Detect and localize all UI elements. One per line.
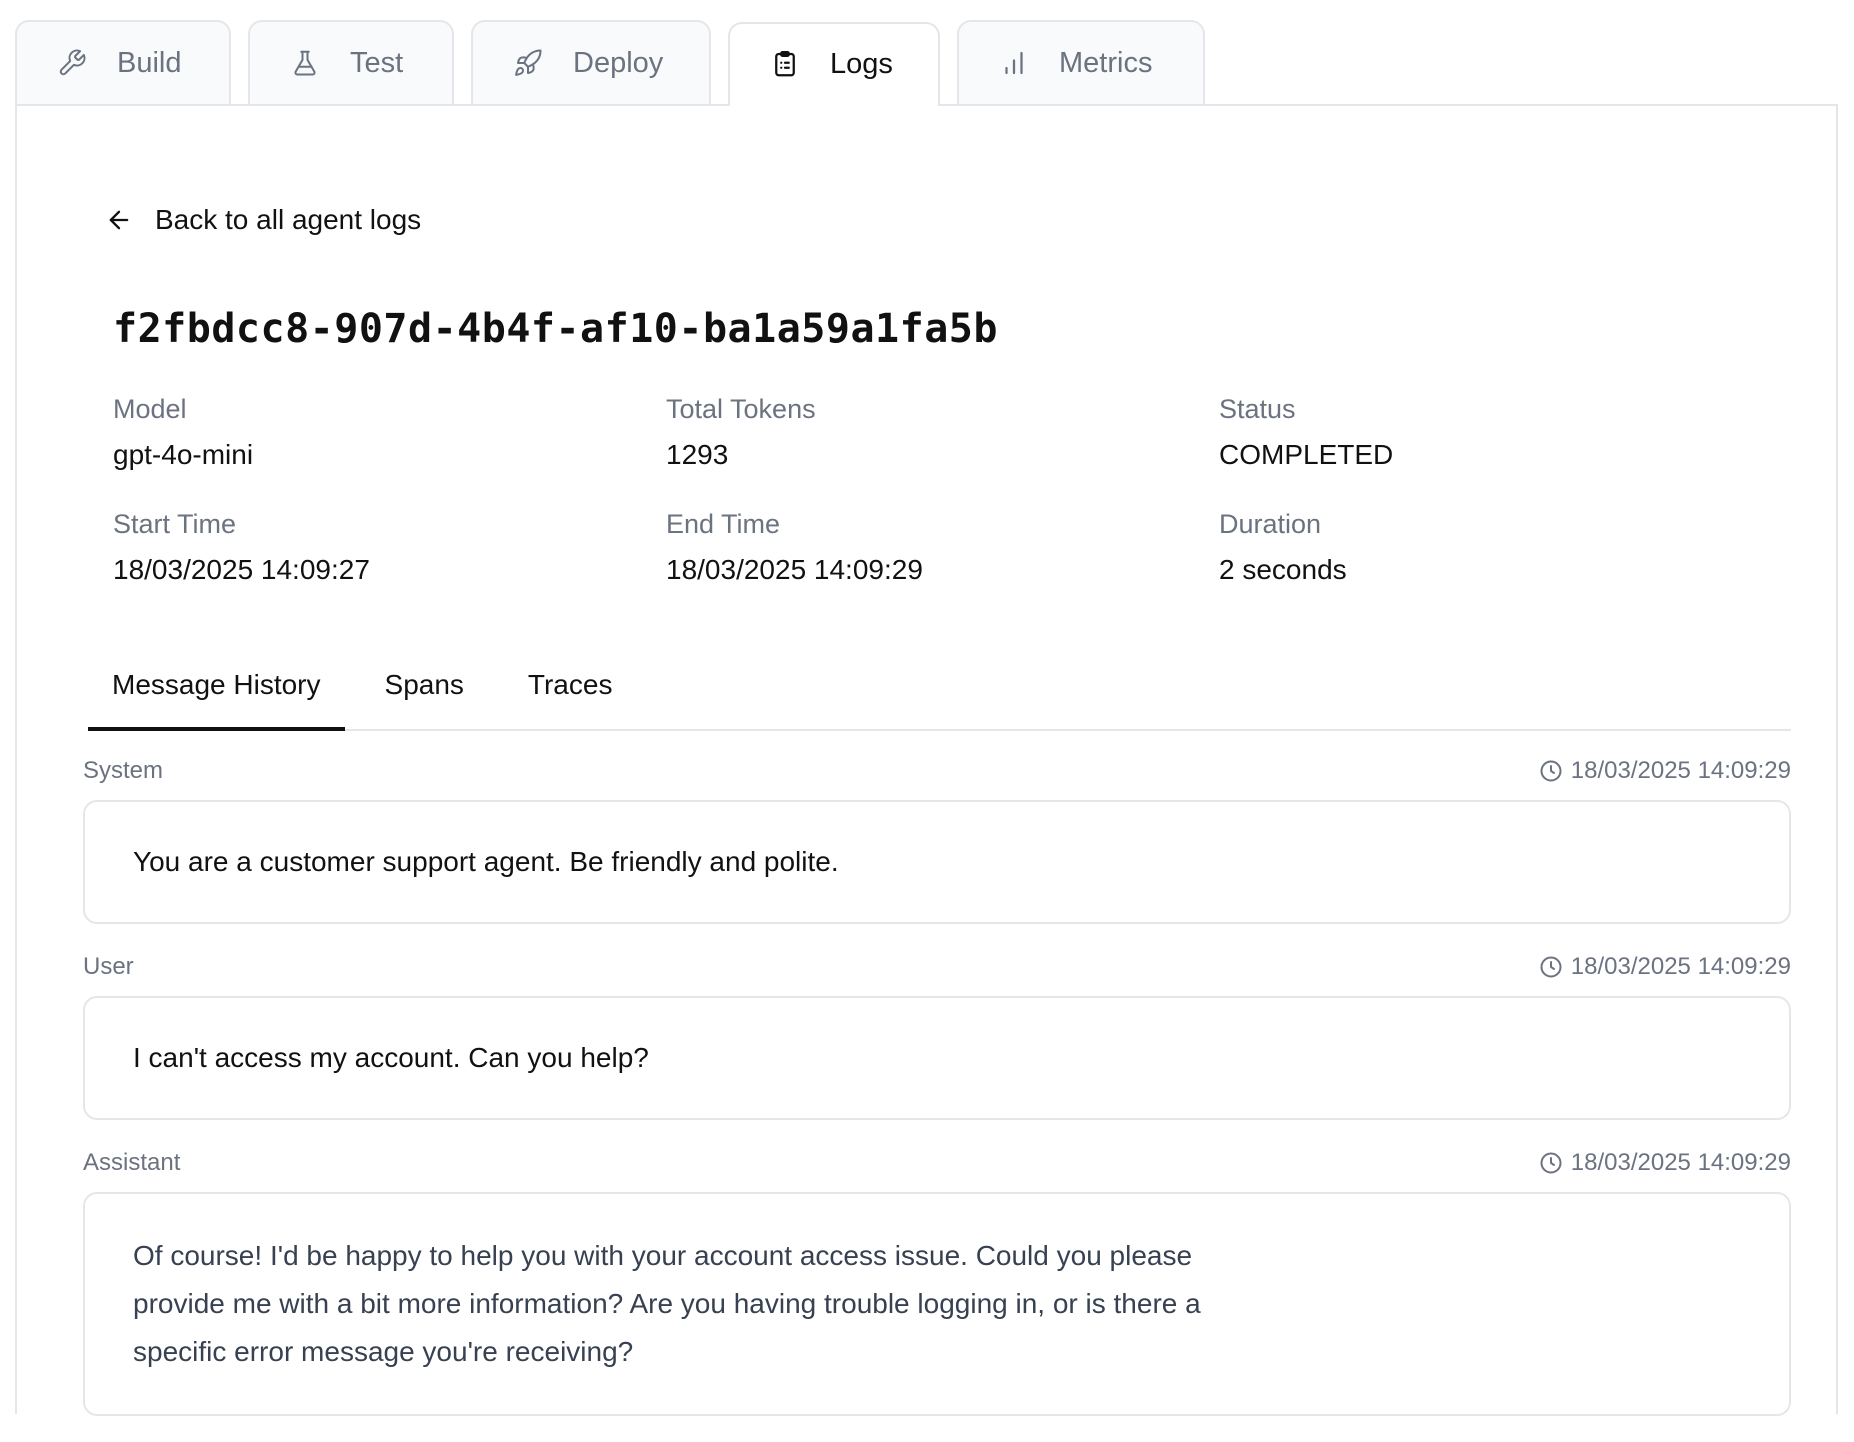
meta-total-tokens: Total Tokens 1293	[666, 394, 1219, 471]
clipboard-icon	[770, 49, 800, 79]
message-header: User 18/03/2025 14:09:29	[83, 950, 1791, 984]
meta-duration: Duration 2 seconds	[1219, 509, 1763, 586]
tab-metrics[interactable]: Metrics	[957, 20, 1205, 104]
clock-icon	[1539, 1151, 1563, 1175]
meta-end-time-label: End Time	[666, 509, 781, 539]
wrench-icon	[57, 48, 87, 78]
meta-end-time: End Time 18/03/2025 14:09:29	[666, 509, 1219, 586]
tab-deploy[interactable]: Deploy	[471, 20, 711, 104]
tab-logs-label: Logs	[830, 47, 893, 80]
subtab-spans[interactable]: Spans	[361, 651, 488, 729]
meta-start-time: Start Time 18/03/2025 14:09:27	[113, 509, 666, 586]
message-timestamp: 18/03/2025 14:09:29	[1539, 1149, 1791, 1177]
tab-metrics-label: Metrics	[1059, 46, 1153, 79]
back-to-logs-link[interactable]: Back to all agent logs	[105, 204, 421, 236]
meta-status: Status COMPLETED	[1219, 394, 1763, 471]
message-timestamp: 18/03/2025 14:09:29	[1539, 953, 1791, 981]
main-tab-bar: Build Test Deploy Logs Metrics	[15, 20, 1222, 107]
message-history-list: System 18/03/2025 14:09:29 You are a cus…	[83, 754, 1791, 1442]
log-id-title: f2fbdcc8-907d-4b4f-af10-ba1a59a1fa5b	[113, 306, 998, 352]
clock-icon	[1539, 955, 1563, 979]
subtab-traces[interactable]: Traces	[504, 651, 637, 729]
message-user: User 18/03/2025 14:09:29 I can't access …	[83, 950, 1791, 1120]
back-link-label: Back to all agent logs	[155, 204, 422, 235]
tab-deploy-label: Deploy	[573, 46, 664, 79]
message-system: System 18/03/2025 14:09:29 You are a cus…	[83, 754, 1791, 924]
detail-subtabs: Message History Spans Traces	[88, 651, 1791, 731]
meta-status-value: COMPLETED	[1219, 439, 1394, 470]
meta-model-value: gpt-4o-mini	[113, 439, 254, 470]
rocket-icon	[513, 48, 543, 78]
meta-end-time-value: 18/03/2025 14:09:29	[666, 554, 923, 585]
meta-total-tokens-value: 1293	[666, 439, 729, 470]
meta-status-label: Status	[1219, 394, 1296, 424]
message-header: System 18/03/2025 14:09:29	[83, 754, 1791, 788]
meta-model: Model gpt-4o-mini	[113, 394, 666, 471]
arrow-left-icon	[105, 206, 133, 234]
message-timestamp-text: 18/03/2025 14:09:29	[1570, 757, 1791, 784]
message-timestamp-text: 18/03/2025 14:09:29	[1570, 953, 1791, 980]
tab-test-label: Test	[350, 46, 404, 79]
message-header: Assistant 18/03/2025 14:09:29	[83, 1146, 1791, 1180]
meta-model-label: Model	[113, 394, 187, 424]
subtab-message-history[interactable]: Message History	[88, 651, 345, 731]
logs-panel: Back to all agent logs f2fbdcc8-907d-4b4…	[15, 104, 1838, 1416]
message-content: I can't access my account. Can you help?	[83, 996, 1791, 1120]
meta-duration-label: Duration	[1219, 509, 1322, 539]
message-timestamp-text: 18/03/2025 14:09:29	[1570, 1149, 1791, 1176]
tab-build[interactable]: Build	[15, 20, 231, 104]
bar-chart-icon	[999, 48, 1029, 78]
flask-icon	[290, 48, 320, 78]
meta-start-time-label: Start Time	[113, 509, 237, 539]
meta-start-time-value: 18/03/2025 14:09:27	[113, 554, 370, 585]
message-timestamp: 18/03/2025 14:09:29	[1539, 757, 1791, 785]
message-role: System	[83, 757, 164, 784]
meta-duration-value: 2 seconds	[1219, 554, 1347, 585]
tab-logs[interactable]: Logs	[728, 22, 940, 107]
log-metadata-grid: Model gpt-4o-mini Total Tokens 1293 Stat…	[113, 394, 1763, 586]
tab-test[interactable]: Test	[248, 20, 454, 104]
message-content: You are a customer support agent. Be fri…	[83, 800, 1791, 924]
message-assistant: Assistant 18/03/2025 14:09:29 Of course!…	[83, 1146, 1791, 1416]
meta-total-tokens-label: Total Tokens	[666, 394, 816, 424]
message-role: User	[83, 953, 134, 980]
message-role: Assistant	[83, 1149, 181, 1176]
clock-icon	[1539, 759, 1563, 783]
tab-build-label: Build	[117, 46, 182, 79]
message-content: Of course! I'd be happy to help you with…	[83, 1192, 1791, 1416]
